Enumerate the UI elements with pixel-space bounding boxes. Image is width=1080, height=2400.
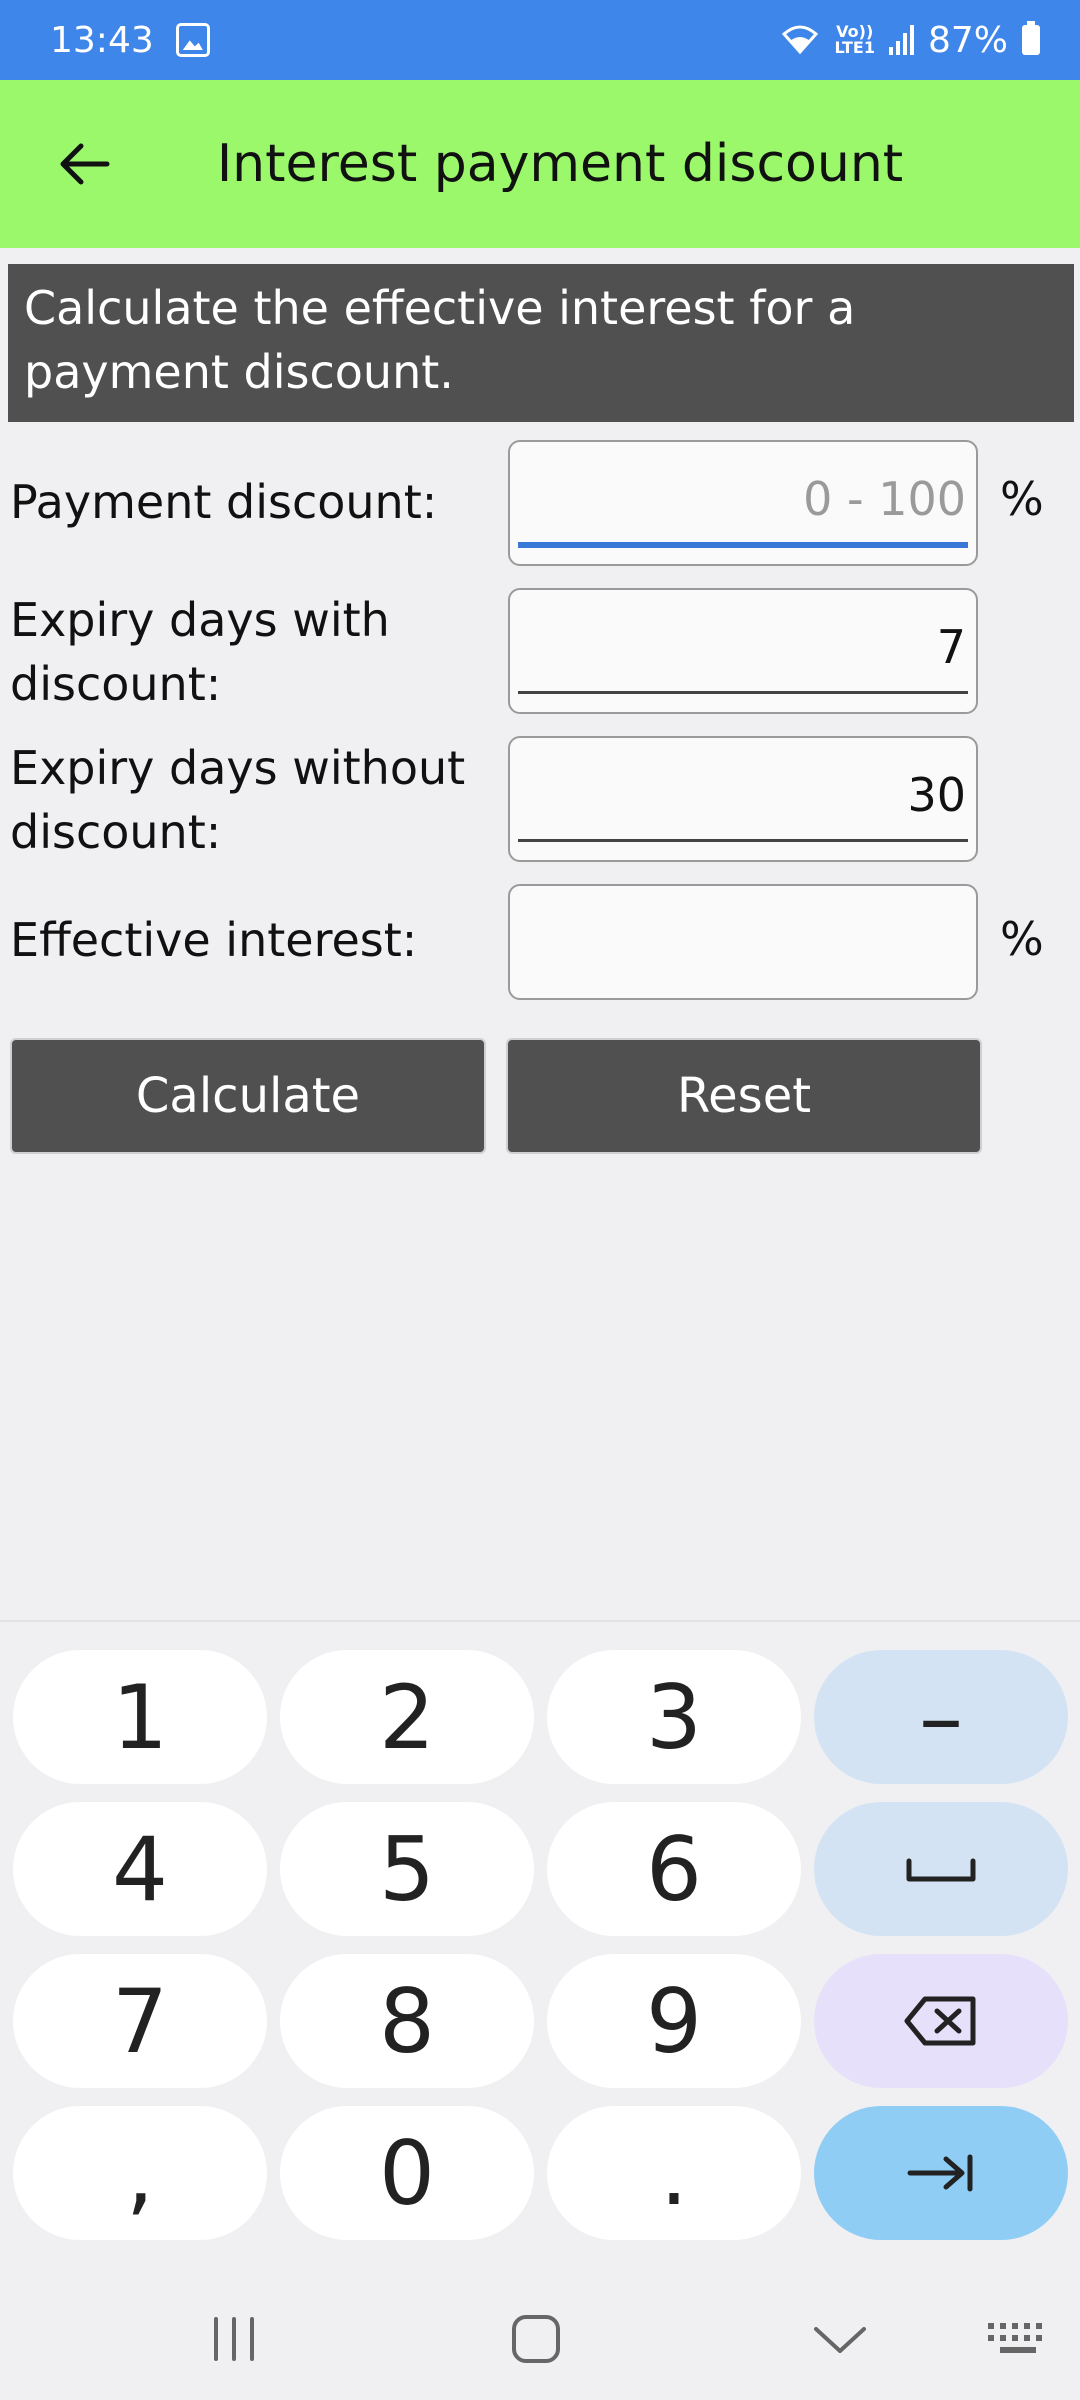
key-2[interactable]: 2 — [280, 1650, 534, 1784]
key-9[interactable]: 9 — [547, 1954, 801, 2088]
key-3[interactable]: 3 — [547, 1650, 801, 1784]
key-space[interactable] — [814, 1802, 1068, 1936]
status-bar: 13:43 Vo)) LTE1 87% — [0, 0, 1080, 80]
expiry-days-with-value: 7 — [936, 620, 966, 674]
volte-line-2: LTE1 — [834, 38, 875, 57]
effective-interest-output — [508, 884, 978, 1000]
expiry-with-label-line-2: discount: — [10, 657, 222, 711]
expiry-without-label: Expiry days without discount: — [10, 736, 465, 864]
key-backspace[interactable] — [814, 1954, 1068, 2088]
payment-discount-unit: % — [1000, 472, 1044, 526]
signal-icon — [888, 25, 914, 55]
input-focus-underline — [518, 542, 968, 548]
app-bar: Interest payment discount — [0, 80, 1080, 248]
recent-apps-icon — [214, 2317, 254, 2361]
expiry-with-label: Expiry days with discount: — [10, 588, 390, 716]
back-button[interactable] — [48, 129, 118, 199]
hide-keyboard-button[interactable] — [800, 2304, 880, 2374]
status-time: 13:43 — [50, 19, 154, 61]
key-7[interactable]: 7 — [13, 1954, 267, 2088]
key-4[interactable]: 4 — [13, 1802, 267, 1936]
backspace-icon — [904, 1996, 976, 2046]
expiry-without-label-line-2: discount: — [10, 805, 222, 859]
chevron-down-icon — [814, 2327, 866, 2353]
payment-discount-label: Payment discount: — [10, 475, 438, 529]
effective-interest-label: Effective interest: — [10, 913, 418, 967]
space-icon — [906, 1858, 976, 1882]
input-underline — [518, 839, 968, 842]
expiry-days-without-input[interactable]: 30 — [508, 736, 978, 862]
key-8[interactable]: 8 — [280, 1954, 534, 2088]
page-title: Interest payment discount — [216, 134, 904, 194]
reset-button[interactable]: Reset — [506, 1038, 982, 1154]
home-icon — [512, 2315, 560, 2363]
gallery-notification-icon — [175, 23, 210, 57]
expiry-with-label-line-1: Expiry days with — [10, 593, 390, 647]
home-button[interactable] — [496, 2304, 576, 2374]
info-banner: Calculate the effective interest for a p… — [8, 264, 1074, 422]
status-right: Vo)) LTE1 87% — [780, 20, 1040, 61]
input-underline — [518, 691, 968, 694]
key-5[interactable]: 5 — [280, 1802, 534, 1936]
key-minus[interactable]: – — [814, 1650, 1068, 1784]
arrow-left-icon — [60, 143, 110, 185]
effective-interest-unit: % — [1000, 912, 1044, 966]
key-next[interactable] — [814, 2106, 1068, 2240]
battery-percent: 87% — [927, 19, 1008, 61]
expiry-without-label-line-1: Expiry days without — [10, 741, 466, 795]
keyboard-icon — [988, 2323, 1042, 2353]
key-0[interactable]: 0 — [280, 2106, 534, 2240]
key-1[interactable]: 1 — [13, 1650, 267, 1784]
expiry-days-with-input[interactable]: 7 — [508, 588, 978, 714]
payment-discount-input[interactable]: 0 - 100 — [508, 440, 978, 566]
wifi-icon — [782, 25, 819, 55]
recent-apps-button[interactable] — [194, 2304, 274, 2374]
payment-discount-placeholder: 0 - 100 — [803, 472, 966, 526]
status-left: 13:43 — [50, 20, 210, 61]
keyboard-switch-button[interactable] — [968, 2304, 1068, 2374]
volte-indicator: Vo)) LTE1 — [834, 24, 875, 56]
key-period[interactable]: . — [547, 2106, 801, 2240]
expiry-days-without-value: 30 — [907, 768, 966, 822]
calculate-button[interactable]: Calculate — [10, 1038, 486, 1154]
battery-icon — [1022, 21, 1040, 55]
key-6[interactable]: 6 — [547, 1802, 801, 1936]
tab-next-icon — [907, 2154, 973, 2192]
key-comma[interactable]: , — [13, 2106, 267, 2240]
numeric-keyboard: 1 2 3 – 4 5 6 7 8 9 , 0 . — [0, 1620, 1080, 2280]
system-nav-bar — [0, 2280, 1080, 2400]
